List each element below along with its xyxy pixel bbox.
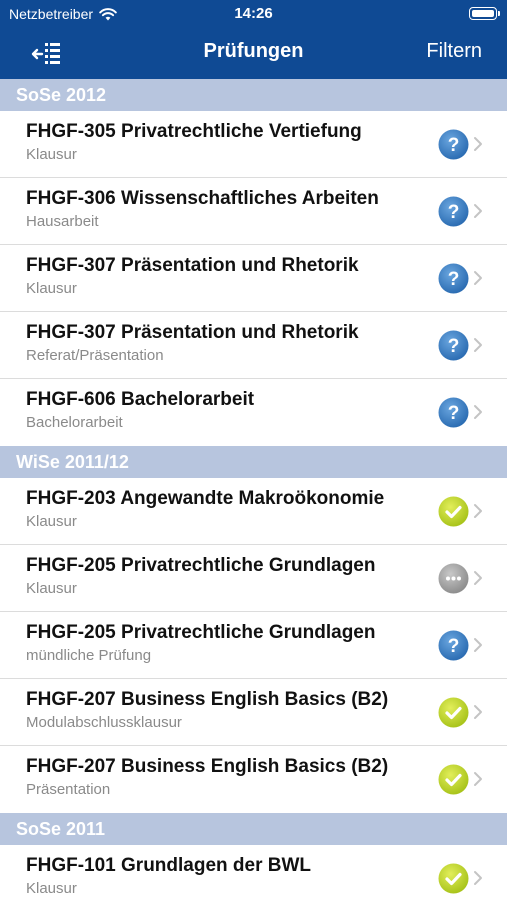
chevron-right-icon — [473, 503, 483, 519]
section-header: WiSe 2011/12 — [0, 446, 507, 478]
question-mark-icon: ? — [438, 129, 469, 160]
chevron-right-icon — [473, 404, 483, 420]
chevron-right-icon — [473, 637, 483, 653]
exam-type: Klausur — [26, 880, 77, 897]
battery-icon — [469, 7, 500, 20]
exam-type: Klausur — [26, 513, 77, 530]
filter-button[interactable]: Filtern — [426, 40, 482, 63]
svg-text:?: ? — [448, 636, 460, 657]
exam-row[interactable]: FHGF-205 Privatrechtliche Grundlagen münd… — [0, 612, 507, 679]
exam-row[interactable]: FHGF-203 Angewandte Makroökonomie Klausur — [0, 478, 507, 545]
exam-type: Klausur — [26, 146, 77, 163]
exam-row[interactable]: FHGF-305 Privatrechtliche Vertiefung Klau… — [0, 111, 507, 178]
svg-text:?: ? — [448, 403, 460, 424]
exam-title: FHGF-205 Privatrechtliche Grundlagen — [26, 555, 376, 576]
exam-type: Klausur — [26, 280, 77, 297]
navigation-bar: Prüfungen Filtern — [0, 28, 507, 79]
exam-row[interactable]: FHGF-207 Business English Basics (B2) Prä… — [0, 746, 507, 813]
exam-title: FHGF-306 Wissenschaftliches Arbeiten — [26, 188, 379, 209]
exam-title: FHGF-305 Privatrechtliche Vertiefung — [26, 121, 362, 142]
checkmark-icon — [438, 764, 469, 795]
question-mark-icon: ? — [438, 397, 469, 428]
exam-type: Hausarbeit — [26, 213, 99, 230]
section-header: SoSe 2012 — [0, 79, 507, 111]
ellipsis-icon — [438, 563, 469, 594]
chevron-right-icon — [473, 337, 483, 353]
chevron-right-icon — [473, 771, 483, 787]
exam-row[interactable]: FHGF-101 Grundlagen der BWL Klausur — [0, 845, 507, 900]
status-bar: Netzbetreiber 14:26 — [0, 0, 507, 28]
exam-title: FHGF-207 Business English Basics (B2) — [26, 756, 389, 777]
exam-title: FHGF-307 Präsentation und Rhetorik — [26, 255, 359, 276]
exam-title: FHGF-606 Bachelorarbeit — [26, 389, 255, 410]
exam-list: SoSe 2012 FHGF-305 Privatrechtliche Verti… — [0, 79, 507, 900]
clock: 14:26 — [234, 5, 273, 22]
exam-type: Referat/Präsentation — [26, 347, 164, 364]
chevron-right-icon — [473, 704, 483, 720]
exam-row[interactable]: FHGF-307 Präsentation und Rhetorik Klausu… — [0, 245, 507, 312]
exam-row[interactable]: FHGF-207 Business English Basics (B2) Mod… — [0, 679, 507, 746]
chevron-right-icon — [473, 203, 483, 219]
chevron-right-icon — [473, 570, 483, 586]
exam-type: Klausur — [26, 580, 77, 597]
exam-title: FHGF-307 Präsentation und Rhetorik — [26, 322, 359, 343]
exam-row[interactable]: FHGF-606 Bachelorarbeit Bachelorarbeit? — [0, 379, 507, 446]
section-header: SoSe 2011 — [0, 813, 507, 845]
exam-title: FHGF-207 Business English Basics (B2) — [26, 689, 389, 710]
checkmark-icon — [438, 496, 469, 527]
exam-title: FHGF-203 Angewandte Makroökonomie — [26, 488, 385, 509]
top-bar: Netzbetreiber 14:26 Prüfungen Filtern — [0, 0, 507, 79]
svg-text:?: ? — [448, 202, 460, 223]
question-mark-icon: ? — [438, 263, 469, 294]
exam-row[interactable]: FHGF-307 Präsentation und Rhetorik Refera… — [0, 312, 507, 379]
exam-type: Modulabschlussklausur — [26, 714, 182, 731]
exam-type: Präsentation — [26, 781, 111, 798]
chevron-right-icon — [473, 270, 483, 286]
exam-title: FHGF-101 Grundlagen der BWL — [26, 855, 312, 876]
exam-row[interactable]: FHGF-306 Wissenschaftliches Arbeiten Haus… — [0, 178, 507, 245]
svg-text:?: ? — [448, 269, 460, 290]
exam-row[interactable]: FHGF-205 Privatrechtliche Grundlagen Klau… — [0, 545, 507, 612]
svg-text:?: ? — [448, 336, 460, 357]
chevron-right-icon — [473, 870, 483, 886]
exam-type: Bachelorarbeit — [26, 414, 123, 431]
exam-title: FHGF-205 Privatrechtliche Grundlagen — [26, 622, 376, 643]
chevron-right-icon — [473, 136, 483, 152]
question-mark-icon: ? — [438, 630, 469, 661]
checkmark-icon — [438, 697, 469, 728]
checkmark-icon — [438, 863, 469, 894]
question-mark-icon: ? — [438, 196, 469, 227]
exam-type: mündliche Prüfung — [26, 647, 152, 664]
svg-text:?: ? — [448, 135, 460, 156]
question-mark-icon: ? — [438, 330, 469, 361]
